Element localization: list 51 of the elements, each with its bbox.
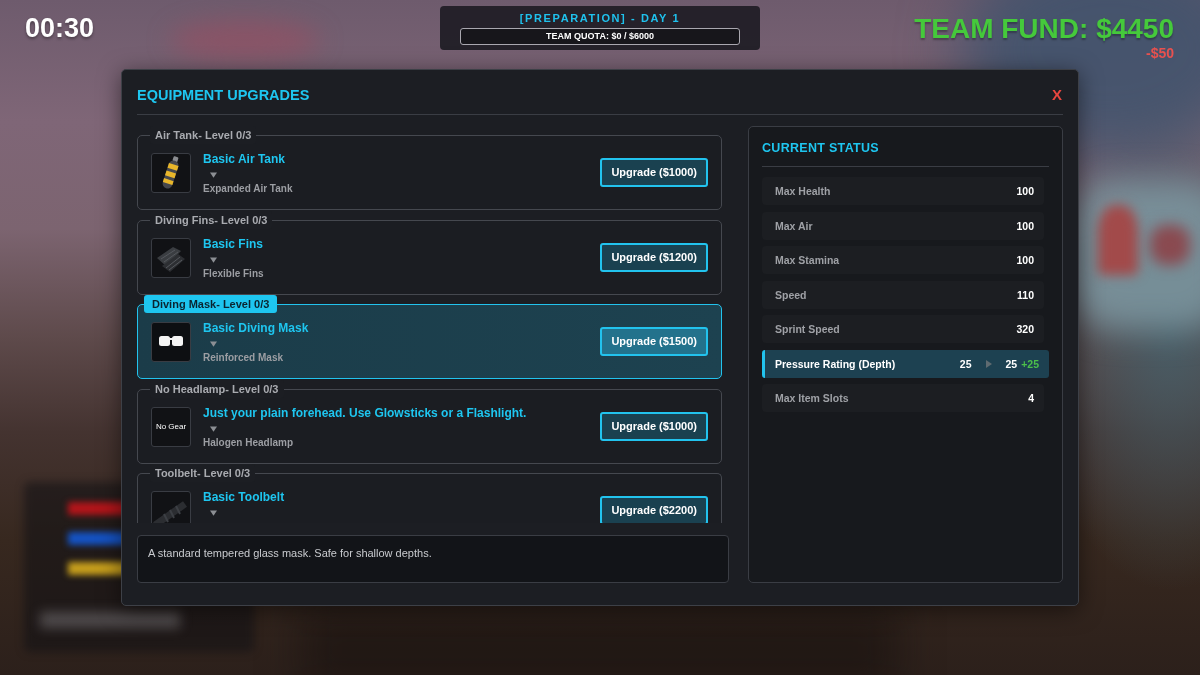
stat-value: 110 bbox=[1017, 287, 1034, 302]
stat-value: 320 bbox=[1016, 322, 1034, 336]
upgrade-button[interactable]: Upgrade ($1500) bbox=[600, 327, 708, 356]
stat-label: Pressure Rating (Depth) bbox=[775, 356, 896, 371]
item-description: A standard tempered glass mask. Safe for shallow depths. bbox=[137, 535, 729, 583]
next-tier-name: Halogen Headlamp bbox=[203, 436, 294, 449]
down-triangle-icon bbox=[210, 510, 217, 516]
current-tier-name: Just your plain forehead. Use Glowsticks or a Flashlight. bbox=[203, 404, 527, 421]
down-triangle-icon bbox=[210, 341, 217, 347]
upgrade-button[interactable]: Upgrade ($1000) bbox=[600, 411, 708, 441]
upgrade-button[interactable]: Upgrade ($1200) bbox=[600, 242, 708, 272]
current-tier-name: Basic Diving Mask bbox=[203, 320, 309, 336]
stat-value: 100 bbox=[1016, 253, 1034, 267]
stat-value: 25 bbox=[959, 356, 972, 371]
next-tier-name: Expanded Air Tank bbox=[203, 183, 293, 195]
current-tier-name: Basic Air Tank bbox=[203, 151, 286, 167]
right-triangle-icon bbox=[985, 359, 992, 368]
stat-value: 4 bbox=[1028, 391, 1034, 405]
upgrade-button[interactable]: Upgrade ($1000) bbox=[600, 158, 708, 187]
stat-value: 100 bbox=[1016, 184, 1034, 198]
belt-icon bbox=[151, 491, 191, 523]
stat-label: Max Stamina bbox=[775, 253, 840, 267]
next-tier-name: Flexible Fins bbox=[203, 267, 264, 280]
team-fund-text: TEAM FUND: $4450 bbox=[914, 13, 1174, 45]
fund-change-text: -$50 bbox=[1145, 45, 1174, 61]
new-stat-value: 25 bbox=[1005, 356, 1018, 371]
stat-change: +25 bbox=[1021, 356, 1039, 371]
dialog-title: EQUIPMENT UPGRADES bbox=[137, 86, 310, 105]
stat-label: Speed bbox=[775, 287, 807, 302]
air-tank-icon bbox=[151, 153, 191, 193]
stat-label: Sprint Speed bbox=[775, 322, 840, 336]
slot-level-label: Diving Mask- Level 0/3 bbox=[144, 295, 278, 313]
close-button[interactable]: X bbox=[1051, 85, 1063, 105]
down-triangle-icon bbox=[210, 256, 217, 263]
next-tier-name: Reinforced Mask bbox=[203, 352, 284, 364]
current-tier-name: Basic Fins bbox=[203, 235, 264, 252]
down-triangle-icon bbox=[210, 425, 217, 432]
current-tier-name: Basic Toolbelt bbox=[203, 489, 285, 505]
status-title: CURRENT STATUS bbox=[762, 140, 880, 156]
stat-value: 100 bbox=[1016, 218, 1034, 233]
phase-label: [PREPARATION] - DAY 1 bbox=[519, 11, 681, 25]
item-thumbnail: No Gear bbox=[151, 406, 191, 447]
fins-icon bbox=[151, 237, 191, 278]
quota-bar: TEAM QUOTA: $0 / $6000 bbox=[460, 28, 740, 45]
stat-label: Max Health bbox=[775, 184, 831, 198]
upgrade-button[interactable]: Upgrade ($2200) bbox=[600, 496, 708, 523]
goggles-icon bbox=[151, 322, 191, 362]
stat-label: Max Air bbox=[775, 218, 813, 233]
down-triangle-icon bbox=[210, 172, 217, 178]
timer-text: 00:30 bbox=[25, 12, 95, 44]
stat-label: Max Item Slots bbox=[775, 391, 849, 405]
